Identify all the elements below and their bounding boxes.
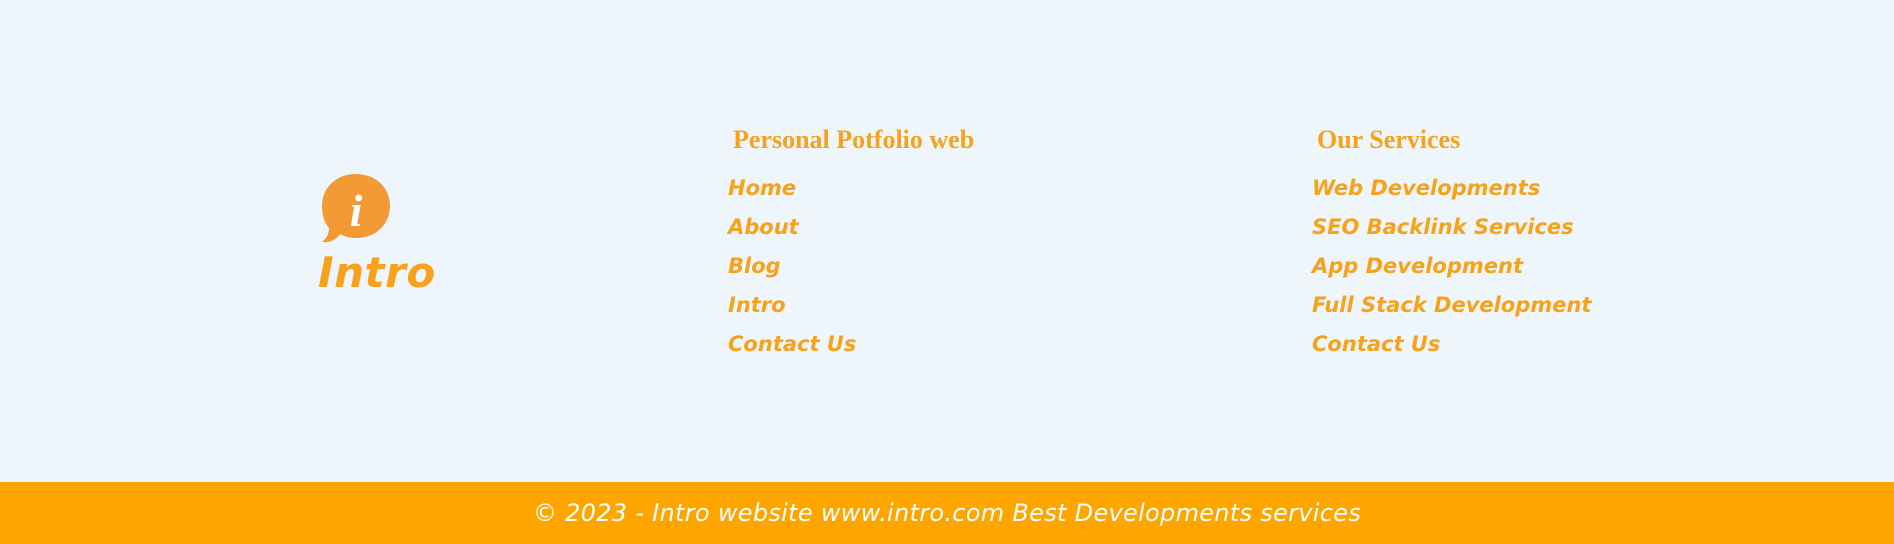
- footer-column-services: Our Services Web Developments SEO Backli…: [1312, 124, 1591, 369]
- logo-glyph: i: [350, 185, 363, 236]
- list-item: App Development: [1312, 252, 1591, 291]
- list-item: Contact Us: [1312, 330, 1591, 369]
- list-item: About: [728, 213, 974, 252]
- footer-link-intro[interactable]: Intro: [728, 293, 786, 317]
- list-item: SEO Backlink Services: [1312, 213, 1591, 252]
- footer-link-home[interactable]: Home: [728, 176, 796, 200]
- footer-link-full-stack[interactable]: Full Stack Development: [1312, 293, 1591, 317]
- list-item: Web Developments: [1312, 174, 1591, 213]
- list-item: Blog: [728, 252, 974, 291]
- logo-link[interactable]: i Intro: [316, 170, 435, 300]
- info-speech-bubble-icon: i: [322, 174, 390, 243]
- footer-link-web-developments[interactable]: Web Developments: [1312, 176, 1540, 200]
- footer-main: i Intro Personal Potfolio web Home About…: [0, 0, 1894, 482]
- link-list: Web Developments SEO Backlink Services A…: [1312, 174, 1591, 369]
- footer-link-contact[interactable]: Contact Us: [728, 332, 856, 356]
- list-item: Intro: [728, 291, 974, 330]
- footer-link-seo-backlink[interactable]: SEO Backlink Services: [1312, 215, 1574, 239]
- copyright-bar: © 2023 - Intro website www.intro.com Bes…: [0, 482, 1894, 544]
- column-title: Personal Potfolio web: [733, 125, 975, 154]
- list-item: Full Stack Development: [1312, 291, 1591, 330]
- column-title: Our Services: [1317, 125, 1461, 154]
- footer-column-portfolio: Personal Potfolio web Home About Blog In…: [728, 124, 974, 369]
- footer-link-blog[interactable]: Blog: [728, 254, 781, 278]
- link-list: Home About Blog Intro Contact Us: [728, 174, 974, 369]
- list-item: Contact Us: [728, 330, 974, 369]
- list-item: Home: [728, 174, 974, 213]
- footer-link-about[interactable]: About: [728, 215, 799, 239]
- footer-link-app-development[interactable]: App Development: [1312, 254, 1523, 278]
- footer-link-contact-services[interactable]: Contact Us: [1312, 332, 1440, 356]
- brand-name: Intro: [318, 248, 436, 297]
- copyright-text: © 2023 - Intro website www.intro.com Bes…: [532, 499, 1362, 527]
